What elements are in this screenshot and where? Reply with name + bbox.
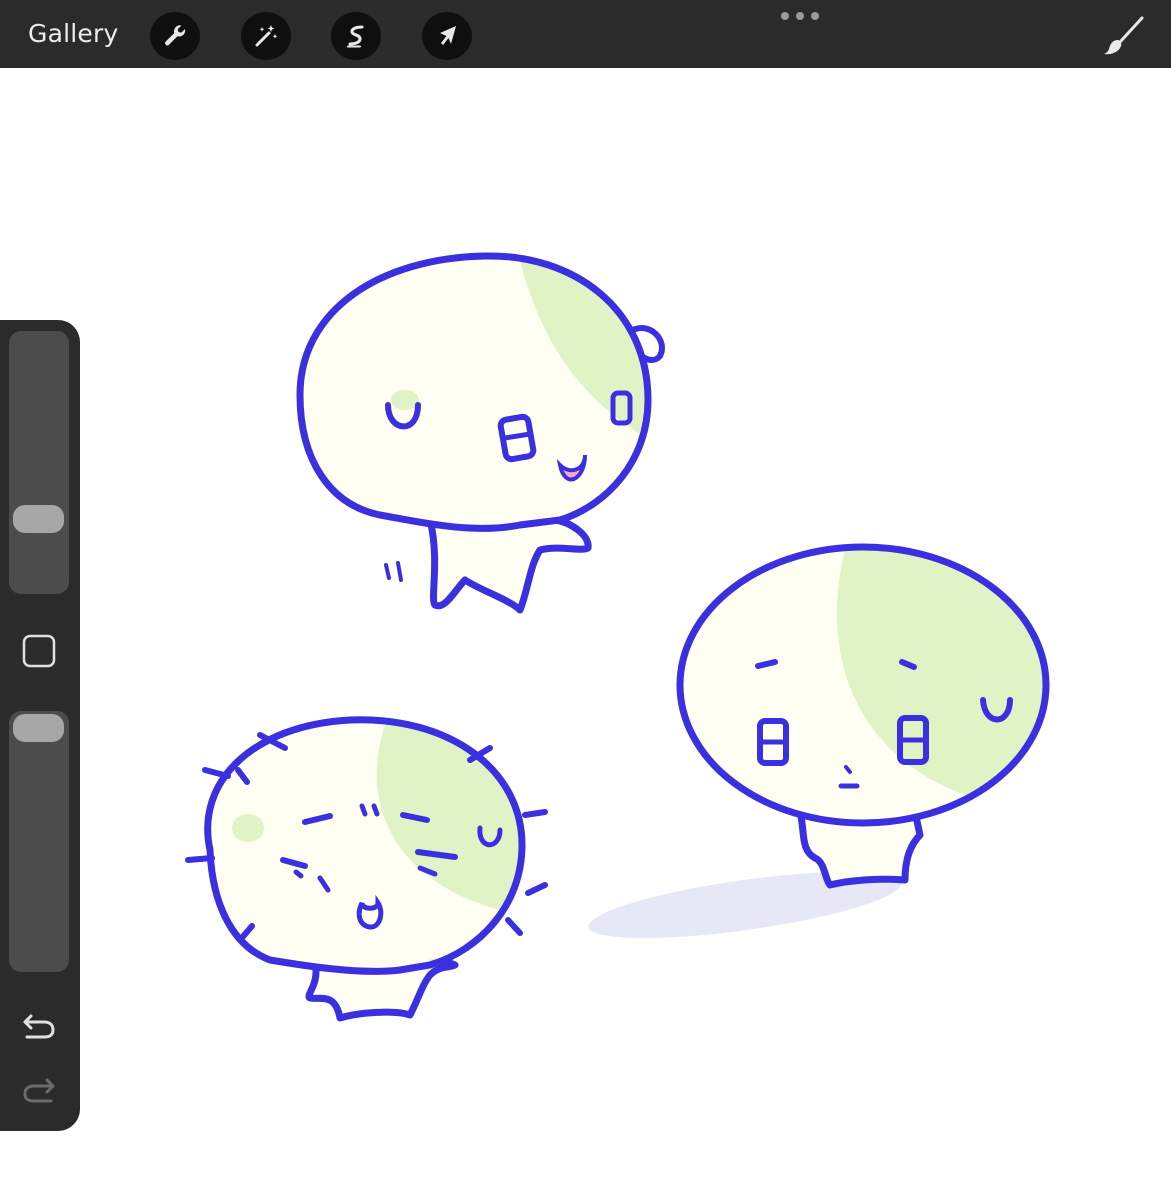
wrench-icon [165,25,186,46]
top-toolbar: Gallery [0,0,1171,68]
arrow-cursor-icon [440,26,456,45]
procreate-app: Gallery [0,0,1171,1200]
character-bottom [185,716,548,1022]
modify-button[interactable] [22,634,56,668]
selection-s-icon [347,25,364,48]
artwork [185,252,1050,1022]
redo-button[interactable] [20,1072,58,1106]
brush-size-thumb[interactable] [13,505,64,533]
square-outline-icon [22,634,56,668]
brush-size-slider[interactable] [9,331,69,594]
drawing-canvas[interactable] [0,68,1171,1200]
undo-icon [23,1014,55,1039]
redo-icon [23,1078,55,1103]
undo-button[interactable] [20,1008,58,1042]
opacity-slider[interactable] [9,711,69,972]
transform-button[interactable] [422,12,472,60]
adjustments-button[interactable] [241,12,291,60]
actions-button[interactable] [150,12,200,60]
opacity-thumb[interactable] [13,714,64,742]
more-dots-icon[interactable] [781,9,819,23]
selection-button[interactable] [331,12,381,60]
character-top [296,252,665,614]
brush-icon [1104,16,1144,55]
side-toolbar [0,320,80,1131]
gallery-button[interactable]: Gallery [28,16,118,52]
magic-wand-icon [255,25,278,47]
character-right [676,543,1050,889]
brush-button[interactable] [1098,10,1148,60]
